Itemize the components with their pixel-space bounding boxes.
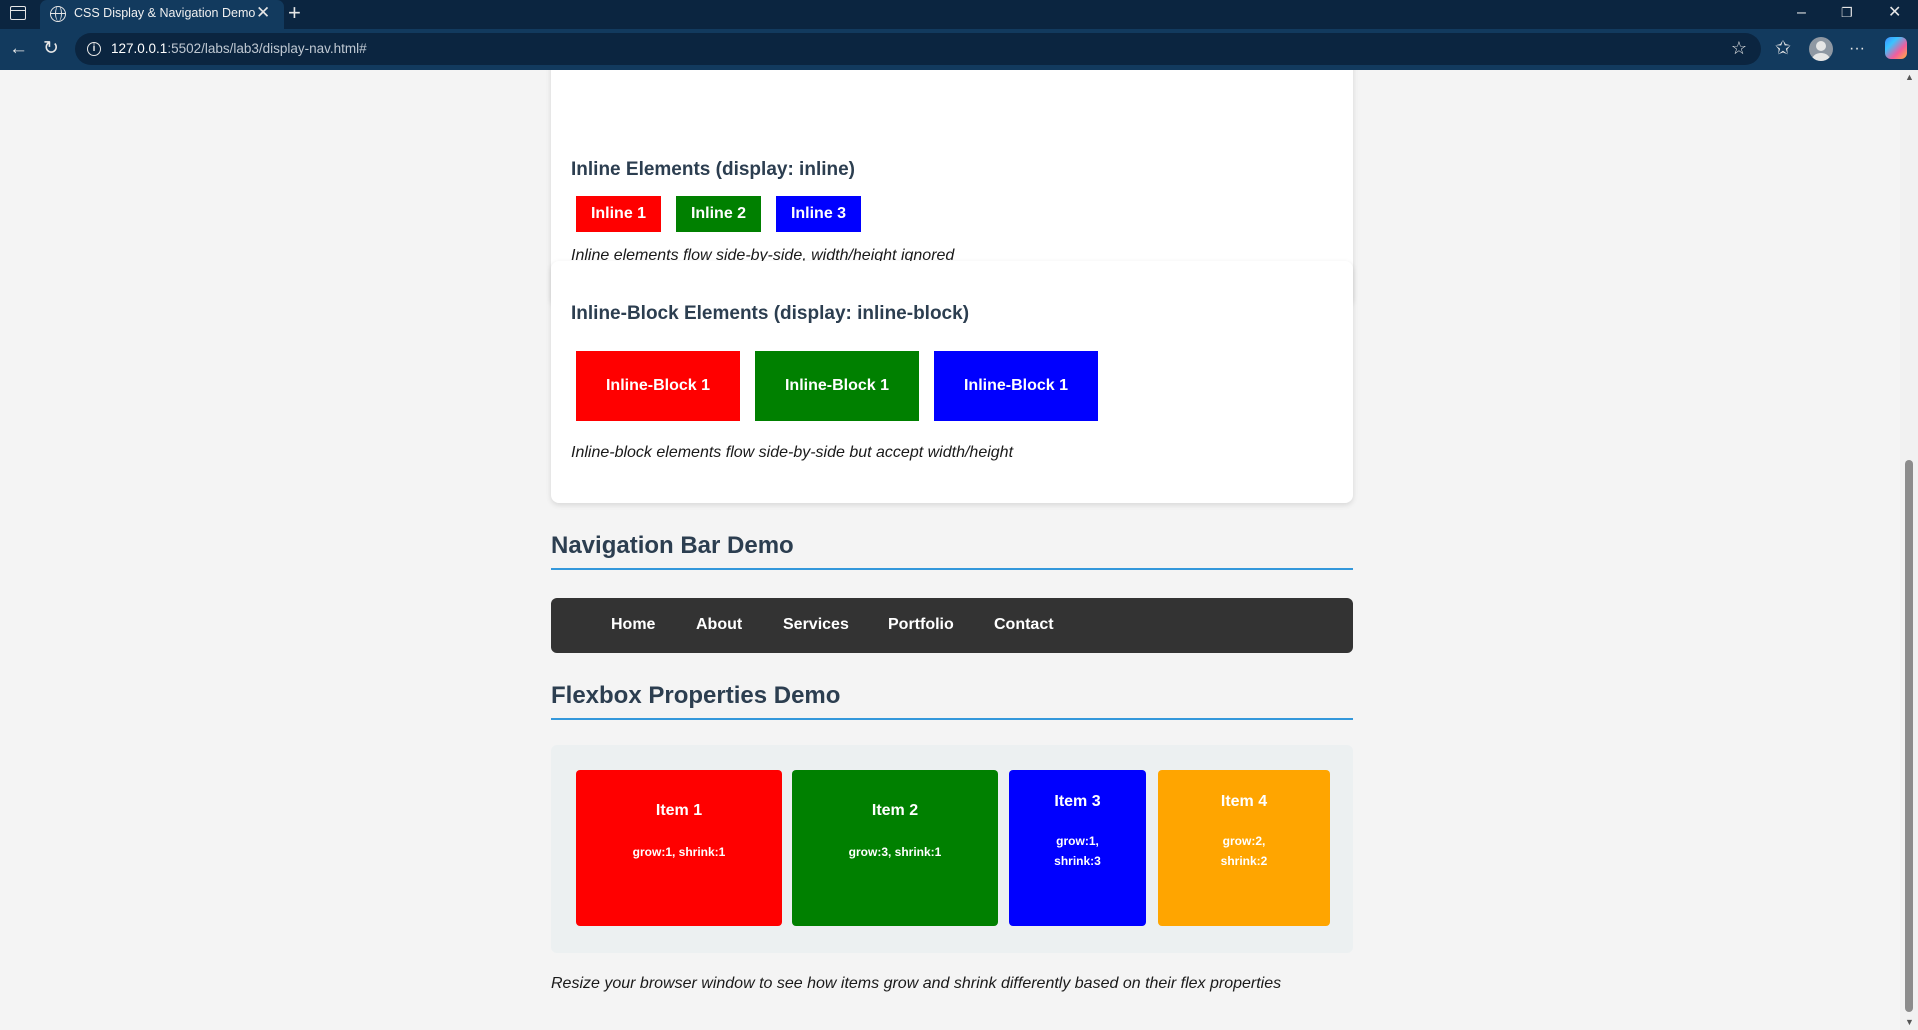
nav-link-about[interactable]: About (696, 616, 742, 634)
url-text[interactable]: 127.0.0.1:5502/labs/lab3/display-nav.htm… (111, 41, 367, 56)
nav-link-portfolio[interactable]: Portfolio (888, 616, 954, 634)
title-bar: CSS Display & Navigation Demo ✕ + – ❐ ✕ (0, 0, 1918, 29)
back-arrow-icon[interactable]: ← (9, 37, 28, 61)
window-icon[interactable] (10, 6, 26, 20)
flex-item-desc: grow:1, (1056, 834, 1099, 848)
flex-item-desc: grow:1, shrink:1 (632, 845, 726, 859)
profile-avatar-icon[interactable] (1809, 37, 1833, 61)
url-host: 127.0.0.1 (111, 41, 168, 56)
nav-link-services[interactable]: Services (783, 616, 849, 634)
more-icon[interactable]: ··· (1849, 37, 1865, 61)
active-tab[interactable]: CSS Display & Navigation Demo ✕ (40, 0, 284, 29)
flex-item-1: Item 1 grow:1, shrink:1 (576, 770, 782, 926)
copilot-icon[interactable] (1885, 37, 1907, 59)
inline-block-card: Inline-Block Elements (display: inline-b… (551, 261, 1353, 503)
scrollbar-thumb[interactable] (1905, 460, 1913, 1012)
nav-link-contact[interactable]: Contact (994, 616, 1054, 634)
flex-item-desc-2: shrink:3 (1054, 854, 1101, 868)
globe-icon (50, 6, 66, 22)
flex-item-4: Item 4 grow:2, shrink:2 (1158, 770, 1330, 926)
inline-box-2: Inline 2 (676, 196, 761, 232)
inline-section-title: Inline Elements (display: inline) (571, 159, 855, 180)
inline-block-box-3: Inline-Block 1 (934, 351, 1098, 421)
flex-item-title: Item 3 (1054, 793, 1101, 810)
scroll-down-arrow-icon[interactable]: ▼ (1905, 1017, 1914, 1027)
vertical-scrollbar[interactable]: ▲ ▼ (1900, 70, 1918, 1030)
demo-navbar: Home About Services Portfolio Contact (551, 598, 1353, 653)
flex-item-title: Item 1 (655, 802, 703, 819)
browser-toolbar: ← ↻ i 127.0.0.1:5502/labs/lab3/display-n… (0, 29, 1918, 70)
collections-icon[interactable]: ✩ (1775, 37, 1791, 61)
new-tab-button[interactable]: + (288, 1, 301, 25)
tab-title: CSS Display & Navigation Demo (74, 6, 256, 20)
flex-item-desc: grow:2, (1222, 834, 1266, 848)
flex-item-title: Item 4 (1220, 793, 1268, 810)
page-viewport: Inline Elements (display: inline) Inline… (0, 70, 1900, 1030)
tab-close-button[interactable]: ✕ (256, 3, 270, 23)
address-bar[interactable]: i 127.0.0.1:5502/labs/lab3/display-nav.h… (75, 33, 1761, 65)
star-icon[interactable]: ☆ (1731, 38, 1747, 59)
flex-item-2: Item 2 grow:3, shrink:1 (792, 770, 998, 926)
inline-block-box-2: Inline-Block 1 (755, 351, 919, 421)
close-window-button[interactable]: ✕ (1888, 3, 1901, 23)
flex-item-desc-2: shrink:2 (1220, 854, 1268, 868)
inline-box-3: Inline 3 (776, 196, 861, 232)
flex-item-desc: grow:3, shrink:1 (848, 845, 942, 859)
url-path: :5502/labs/lab3/display-nav.html# (167, 41, 367, 56)
nav-link-home[interactable]: Home (611, 616, 655, 634)
flex-item-title: Item 2 (871, 802, 919, 819)
reload-icon[interactable]: ↻ (43, 37, 59, 61)
nav-section-heading: Navigation Bar Demo (551, 532, 1353, 570)
info-icon[interactable]: i (87, 42, 101, 56)
inline-box-1: Inline 1 (576, 196, 661, 232)
inline-block-section-title: Inline-Block Elements (display: inline-b… (571, 303, 970, 324)
inline-block-box-1: Inline-Block 1 (576, 351, 740, 421)
flex-note: Resize your browser window to see how it… (551, 975, 1282, 992)
inline-block-note: Inline-block elements flow side-by-side … (571, 444, 1014, 461)
flex-item-3: Item 3 grow:1, shrink:3 (1009, 770, 1146, 926)
flex-section-heading: Flexbox Properties Demo (551, 682, 1353, 720)
restore-button[interactable]: ❐ (1841, 3, 1853, 23)
scroll-up-arrow-icon[interactable]: ▲ (1905, 72, 1914, 82)
flex-container: Item 1 grow:1, shrink:1 Item 2 grow:3, s… (551, 745, 1353, 953)
minimize-button[interactable]: – (1797, 3, 1806, 23)
